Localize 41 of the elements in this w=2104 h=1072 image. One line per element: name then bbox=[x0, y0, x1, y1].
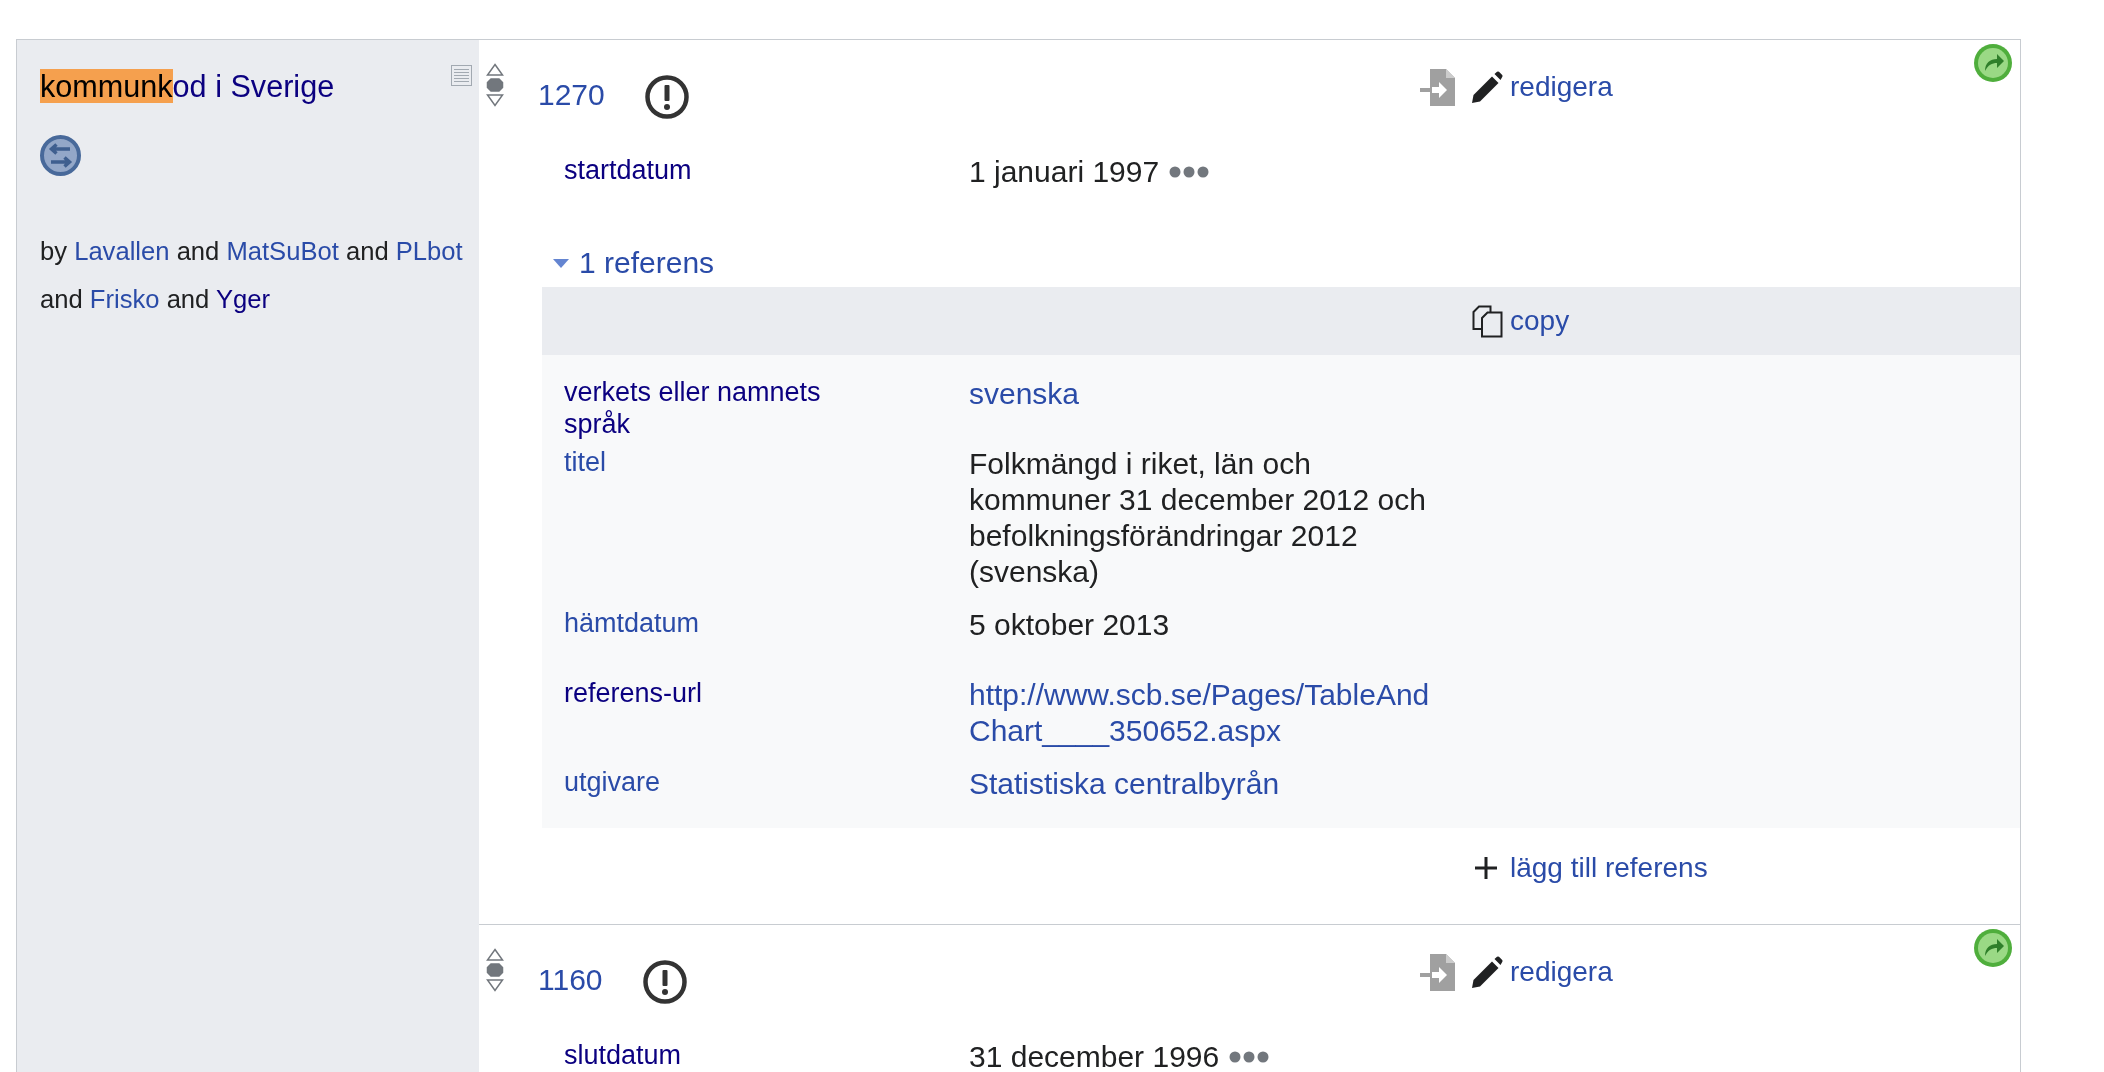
property-link[interactable]: referens-url bbox=[564, 677, 703, 709]
user-link[interactable]: Frisko bbox=[89, 285, 160, 313]
property-link[interactable]: slutdatum bbox=[564, 1039, 682, 1071]
user-link[interactable]: PLbot bbox=[395, 237, 463, 265]
edit-link[interactable]: redigera bbox=[1471, 954, 1613, 990]
rank-selector-icon[interactable] bbox=[486, 948, 504, 992]
property-link[interactable]: titel bbox=[564, 446, 607, 478]
value-text: 31 december 1996 bbox=[969, 1039, 1220, 1072]
value-link[interactable]: Statistiska centralbyrån bbox=[969, 766, 1449, 802]
caret-icon bbox=[553, 258, 569, 268]
statement-value-link[interactable]: 1160 bbox=[538, 962, 603, 998]
document-arrow-icon[interactable] bbox=[1420, 953, 1455, 991]
references-toggle[interactable]: 1 referens bbox=[553, 245, 715, 281]
property-link[interactable]: utgivare bbox=[564, 766, 661, 798]
rank-selector-icon[interactable] bbox=[486, 63, 504, 107]
property-link[interactable]: hämtdatum bbox=[564, 607, 700, 639]
warning-icon bbox=[642, 960, 687, 1004]
copy-link[interactable]: copy bbox=[1472, 303, 1570, 339]
warning-icon bbox=[644, 75, 689, 119]
statement-value-link[interactable]: 1270 bbox=[538, 77, 605, 113]
pencil-icon bbox=[1471, 955, 1503, 989]
pencil-icon bbox=[1471, 70, 1503, 104]
edit-link[interactable]: redigera bbox=[1471, 69, 1613, 105]
value-link[interactable]: http://www.scb.se/Pages/TableAndChart____350652.aspx bbox=[969, 677, 1449, 749]
property-link[interactable]: verkets eller namnets språk bbox=[564, 376, 864, 440]
value-text: 1 januari 1997 bbox=[969, 154, 1160, 190]
swap-arrows-icon bbox=[40, 135, 81, 176]
property-link[interactable]: startdatum bbox=[564, 154, 692, 186]
user-link[interactable]: Yger bbox=[216, 285, 271, 313]
more-options-icon[interactable] bbox=[1169, 166, 1210, 178]
copy-icon bbox=[1472, 304, 1503, 338]
document-arrow-icon[interactable] bbox=[1420, 68, 1455, 106]
user-link[interactable]: MatSuBot bbox=[226, 237, 339, 265]
value-text: Folkmängd i riket, län och kommuner 31 december 2012 och befolkningsförändringar 2012 (svenska) bbox=[969, 446, 1427, 590]
more-options-icon[interactable] bbox=[1229, 1051, 1270, 1063]
contributors-text: by Lavallen and MatSuBot and PLbot and Frisko and Yger bbox=[40, 236, 464, 315]
add-reference-link[interactable]: lägg till referens bbox=[1475, 850, 1708, 886]
user-link[interactable]: Lavallen bbox=[74, 237, 170, 265]
value-text: 5 oktober 2013 bbox=[969, 607, 1171, 643]
value-link[interactable]: svenska bbox=[969, 376, 1449, 412]
plus-icon bbox=[1475, 857, 1497, 879]
